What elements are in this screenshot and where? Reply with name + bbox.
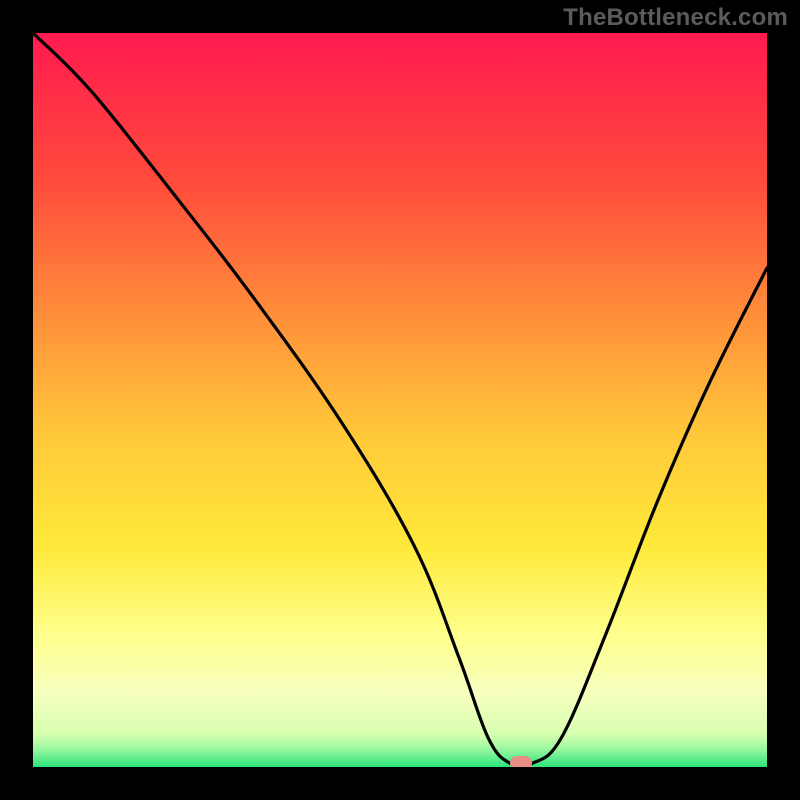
plot-area	[33, 33, 767, 767]
optimal-marker	[510, 756, 532, 767]
curve-layer	[33, 33, 767, 767]
chart-frame: TheBottleneck.com	[0, 0, 800, 800]
watermark-text: TheBottleneck.com	[563, 4, 788, 32]
bottleneck-curve	[33, 33, 767, 767]
